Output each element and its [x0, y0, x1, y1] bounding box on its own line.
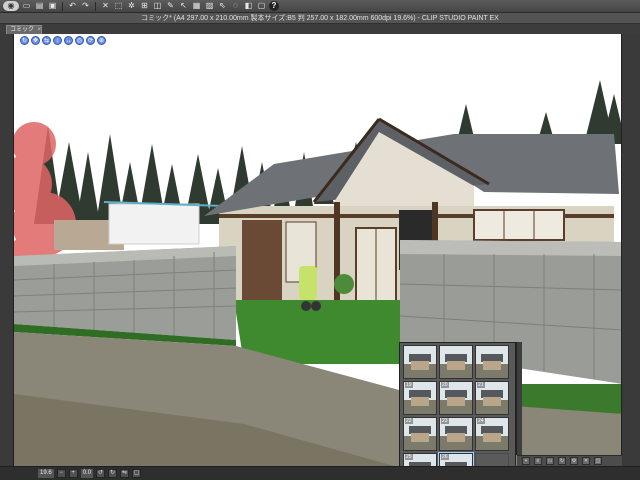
list-icon[interactable]: ≡ [534, 457, 542, 465]
folder-icon[interactable]: ▭ [546, 457, 554, 465]
material-thumbnails: 19 20 21 22 23 24 25 26 [403, 345, 514, 480]
material-thumbnail[interactable] [439, 345, 473, 379]
window-title: コミック* (A4 297.00 x 210.00mm 製本サイズ:B5 判 2… [0, 13, 640, 24]
thumbnail-number: 22 [405, 418, 413, 424]
document-tab-bar: コミック* × [0, 24, 640, 41]
cursor-icon[interactable]: ⇖ [217, 1, 228, 11]
material-panel: 19 20 21 22 23 24 25 26 [399, 342, 516, 480]
panel-scrollbar[interactable] [516, 342, 522, 455]
draw-icon[interactable]: ✎ [165, 1, 176, 11]
open-icon[interactable]: ▤ [34, 1, 45, 11]
transform-icon[interactable]: ⬚ [113, 1, 124, 11]
redo-icon[interactable]: ↷ [80, 1, 91, 11]
rotation-field[interactable]: 0.0 [80, 469, 94, 478]
thumbnail-wall [483, 361, 501, 370]
rotate-icon[interactable]: ✲ [126, 1, 137, 11]
object-launcher: ↻ ✥ ⇆ ↕ ↔ ◎ ⟳ ⊕ [20, 36, 106, 45]
snap-icon[interactable]: ⊞ [139, 1, 150, 11]
separator [62, 1, 63, 11]
undo-icon[interactable]: ↶ [67, 1, 78, 11]
layer-icon[interactable]: ◧ [243, 1, 254, 11]
settings-icon[interactable]: ⚙ [570, 457, 578, 465]
save-icon[interactable]: ▣ [47, 1, 58, 11]
ruler-icon[interactable]: ◫ [152, 1, 163, 11]
command-bar: ◉ ▭ ▤ ▣ ↶ ↷ ✕ ⬚ ✲ ⊞ ◫ ✎ ↖ ▦ ▨ ⇖ ◌ ◧ ▢ ? [0, 0, 640, 13]
grid-icon[interactable]: ▦ [191, 1, 202, 11]
thumbnail-number: 23 [441, 418, 449, 424]
translate-icon[interactable]: ⇆ [42, 36, 51, 45]
zoom-field[interactable]: 19.6 [38, 469, 54, 478]
app-window: ◉ ▭ ▤ ▣ ↶ ↷ ✕ ⬚ ✲ ⊞ ◫ ✎ ↖ ▦ ▨ ⇖ ◌ ◧ ▢ ? … [0, 0, 640, 480]
view-icon[interactable]: ▢ [256, 1, 267, 11]
panel-footer: + ≡ ▭ ↻ ⚙ ✕ ◫ [517, 455, 622, 466]
view-icon[interactable]: ◫ [594, 457, 602, 465]
snap-ground-icon[interactable]: ⊕ [97, 36, 106, 45]
delete-icon[interactable]: ✕ [582, 457, 590, 465]
rotate-camera-icon[interactable]: ↻ [20, 36, 29, 45]
thumbnail-wall [447, 433, 465, 442]
material-thumbnail[interactable]: 24 [475, 417, 509, 451]
rotate-left-icon[interactable]: ↺ [96, 469, 106, 478]
rotate-right-icon[interactable]: ↻ [108, 469, 118, 478]
material-thumbnail[interactable] [403, 345, 437, 379]
thumbnail-wall [447, 397, 465, 406]
help-icon[interactable]: ? [269, 1, 279, 11]
material-thumbnail[interactable]: 22 [403, 417, 437, 451]
thumbnail-wall [447, 361, 465, 370]
select-icon[interactable]: ↖ [178, 1, 189, 11]
thumbnail-wall [411, 361, 429, 370]
close-icon[interactable]: × [37, 26, 41, 34]
tab-label: コミック* [10, 27, 35, 41]
refresh-icon[interactable]: ↻ [558, 457, 566, 465]
reset-rotation-icon[interactable]: ⟳ [86, 36, 95, 45]
thumbnail-number: 21 [477, 382, 485, 388]
menu-icon[interactable]: ◉ [3, 1, 19, 11]
thumbnail-number: 20 [441, 382, 449, 388]
thumbnail-wall [483, 397, 501, 406]
thumbnail-number: 19 [405, 382, 413, 388]
move-horizontal-icon[interactable]: ↔ [64, 36, 73, 45]
thumbnail-wall [411, 433, 429, 442]
thumbnail-wall [411, 397, 429, 406]
zoom-out-icon[interactable]: − [56, 469, 66, 478]
separator [95, 1, 96, 11]
thumbnail-wall [483, 433, 501, 442]
flip-icon[interactable]: ⇋ [120, 469, 130, 478]
clear-icon[interactable]: ✕ [100, 1, 111, 11]
scene-3d-image [14, 34, 621, 466]
material-thumbnail[interactable]: 19 [403, 381, 437, 415]
add-icon[interactable]: + [522, 457, 530, 465]
thumbnail-number: 26 [441, 454, 449, 460]
center-icon[interactable]: ◎ [75, 36, 84, 45]
new-icon[interactable]: ▭ [21, 1, 32, 11]
left-panel-edge [0, 34, 13, 466]
right-panel-edge [622, 34, 640, 466]
status-bar: 19.6 − + 0.0 ↺ ↻ ⇋ ▢ [0, 466, 640, 480]
tab-document[interactable]: コミック* × [6, 25, 42, 41]
material-thumbnail[interactable]: 23 [439, 417, 473, 451]
pan-camera-icon[interactable]: ✥ [31, 36, 40, 45]
zoom-in-icon[interactable]: + [68, 469, 78, 478]
material-thumbnail[interactable]: 21 [475, 381, 509, 415]
fill-icon[interactable]: ▨ [204, 1, 215, 11]
fit-icon[interactable]: ▢ [132, 469, 142, 478]
canvas-viewport[interactable]: ↻ ✥ ⇆ ↕ ↔ ◎ ⟳ ⊕ [13, 34, 622, 466]
move-vertical-icon[interactable]: ↕ [53, 36, 62, 45]
material-thumbnail[interactable]: 20 [439, 381, 473, 415]
material-thumbnail[interactable] [475, 345, 509, 379]
thumbnail-number: 24 [477, 418, 485, 424]
thumbnail-number: 25 [405, 454, 413, 460]
lasso-icon[interactable]: ◌ [230, 1, 241, 11]
